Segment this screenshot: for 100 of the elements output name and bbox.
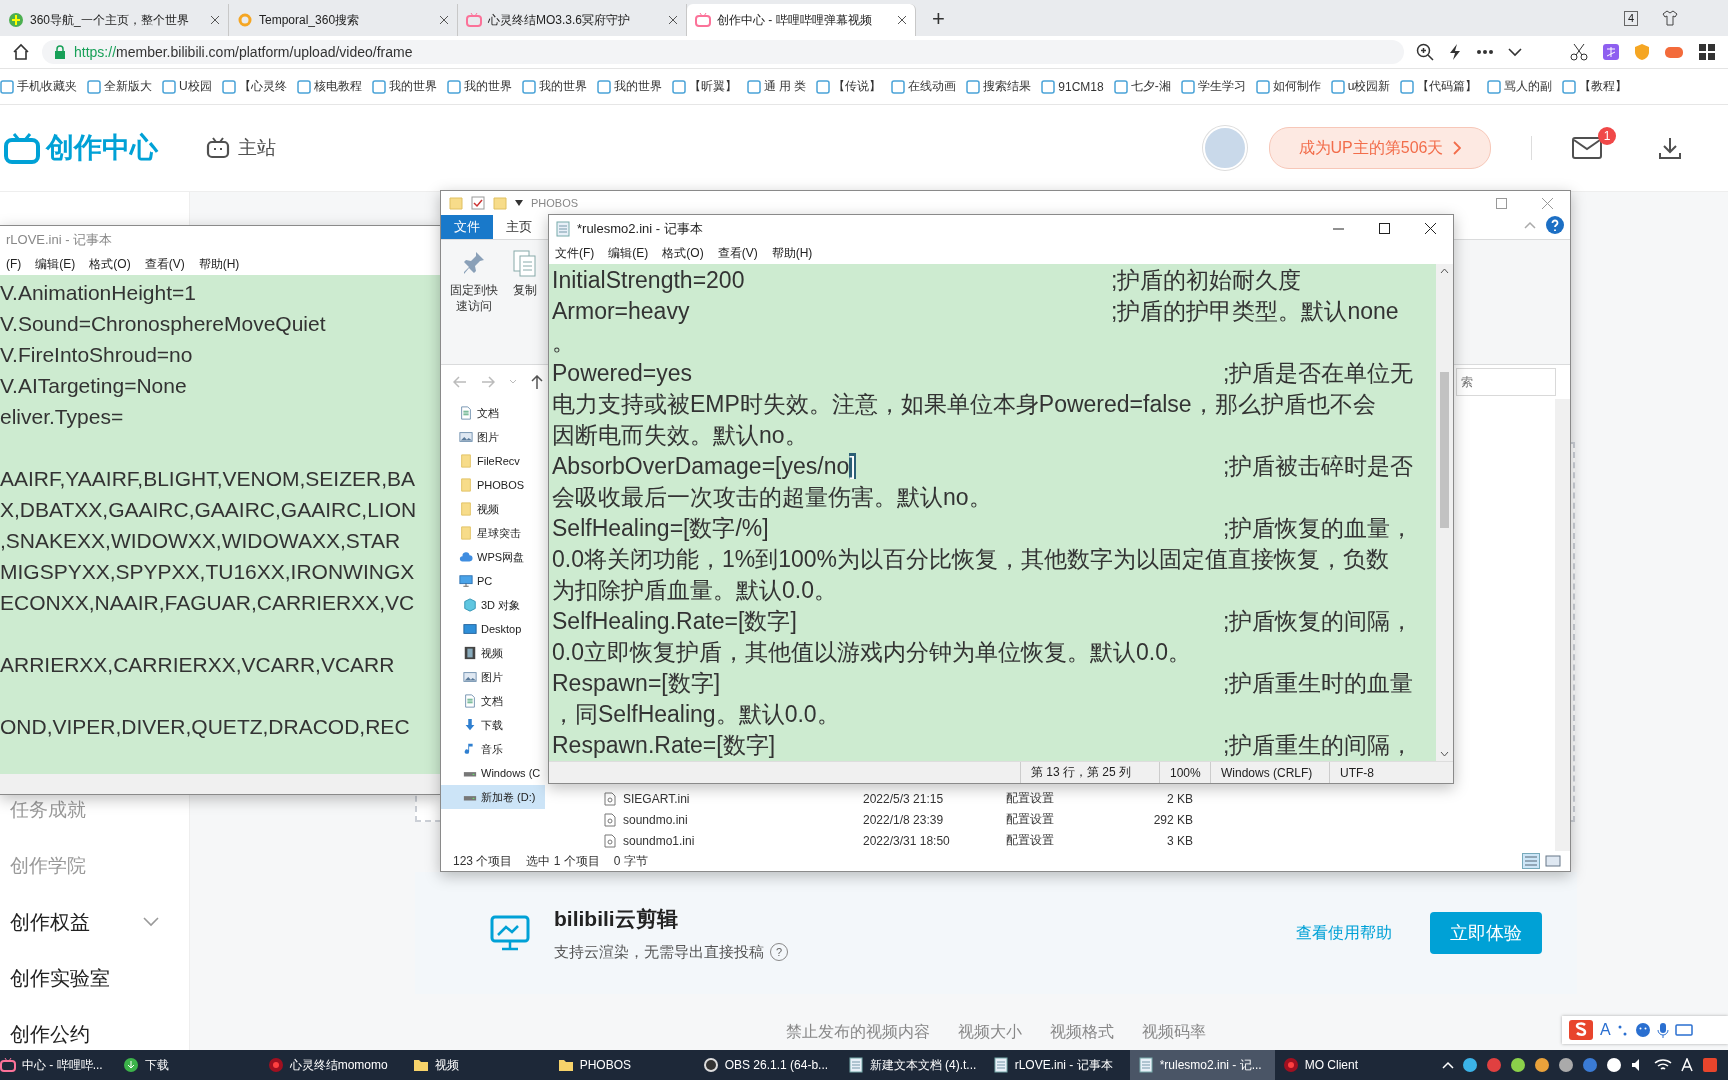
nav-item[interactable]: WPS网盘	[441, 545, 545, 569]
bookmark[interactable]: 学生学习	[1180, 78, 1246, 95]
search-field[interactable]: 索	[1456, 368, 1556, 396]
close-icon[interactable]	[439, 15, 449, 25]
menu-item[interactable]: 格式(O)	[89, 255, 131, 273]
ime-mode[interactable]: A	[1600, 1021, 1611, 1039]
nav-item[interactable]: 视频	[441, 641, 545, 665]
menu-item[interactable]: 查看(V)	[717, 244, 758, 262]
bookmark[interactable]: 全新版大	[87, 78, 152, 95]
nav-item[interactable]: 文档	[441, 401, 545, 425]
zoom-icon[interactable]	[1416, 43, 1434, 61]
menu-item[interactable]: 编辑(E)	[608, 244, 649, 262]
sidebar-item[interactable]: 创作实验室	[10, 964, 110, 992]
menu-item[interactable]: 文件(F)	[555, 244, 595, 262]
translate-icon[interactable]	[1602, 43, 1620, 61]
bookmark[interactable]: 核电教程	[296, 78, 362, 95]
sidebar-item[interactable]: 创作权益	[10, 908, 90, 936]
checkbox-icon[interactable]	[471, 196, 485, 210]
taskbar-item[interactable]: OBS 26.1.1 (64-b...	[694, 1050, 840, 1080]
menu-item[interactable]: 帮助(H)	[198, 255, 240, 273]
keyboard-icon[interactable]	[1674, 1023, 1693, 1037]
close-icon[interactable]	[897, 15, 907, 25]
scrollbar-thumb[interactable]	[1440, 372, 1449, 528]
emoji-icon[interactable]	[1634, 1022, 1651, 1038]
menu-item[interactable]: 格式(O)	[662, 244, 704, 262]
input-method-icon[interactable]	[1680, 1058, 1694, 1072]
menu-item[interactable]: 编辑(E)	[35, 255, 76, 273]
mail-icon[interactable]	[1572, 137, 1602, 159]
bookmark[interactable]: 【心灵终	[221, 78, 287, 95]
nav-item[interactable]: 图片	[441, 425, 545, 449]
menu-item[interactable]: 查看(V)	[144, 255, 185, 273]
pin-button[interactable]: 固定到快速访问	[445, 246, 503, 364]
shirt-icon[interactable]	[1662, 10, 1678, 26]
nav-item[interactable]: 3D 对象	[441, 593, 545, 617]
bookmark[interactable]: 通 用 类	[746, 78, 807, 95]
file-name[interactable]: SIEGART.ini	[623, 791, 863, 806]
bookmark[interactable]: 如何制作	[1255, 78, 1321, 95]
bookmark[interactable]: 我的世界	[521, 78, 587, 95]
nav-item[interactable]: PC	[441, 569, 545, 593]
close-icon[interactable]	[668, 15, 678, 25]
nav-item[interactable]: 图片	[441, 665, 545, 689]
copy-button[interactable]: 复制	[507, 246, 543, 364]
nav-item[interactable]: 新加卷 (D:)	[441, 785, 545, 809]
taskbar-item[interactable]: rLOVE.ini - 记事本	[984, 1050, 1130, 1080]
address-field[interactable]: https://member.bilibili.com/platform/upload/video/frame	[42, 40, 1404, 64]
help-icon[interactable]	[1546, 216, 1564, 234]
bookmark[interactable]: 【教程】	[1562, 78, 1628, 95]
thumbnail-view-icon[interactable]	[1544, 853, 1562, 869]
nav-item[interactable]: FileRecv	[441, 449, 545, 473]
taskbar-item[interactable]: 视频	[404, 1050, 550, 1080]
bookmark[interactable]: 【传说】	[816, 78, 882, 95]
bookmark[interactable]: 我的世界	[446, 78, 512, 95]
main-site-link[interactable]: 主站	[206, 135, 276, 161]
bookmark[interactable]: 我的世界	[371, 78, 437, 95]
menu-item[interactable]: (F)	[6, 257, 22, 271]
taskbar-item[interactable]: 心灵终结momomo	[259, 1050, 405, 1080]
scroll-up-icon[interactable]	[1440, 268, 1449, 274]
ribbon-tab[interactable]: 主页	[493, 215, 545, 239]
up-arrow-icon[interactable]	[531, 375, 543, 389]
browser-tab[interactable]: 创作中心 - 哔哩哔哩弹幕视频	[687, 4, 916, 36]
bookmark[interactable]: 91CM18	[1041, 79, 1104, 94]
home-icon[interactable]	[12, 43, 30, 61]
wifi-icon[interactable]	[1654, 1058, 1672, 1072]
bookmark[interactable]: 手机收藏夹	[0, 78, 77, 95]
taskbar-item[interactable]: *rulesmo2.ini - 记...	[1129, 1050, 1275, 1080]
file-name[interactable]: soundmo1.ini	[623, 833, 863, 848]
grid-icon[interactable]	[1698, 43, 1716, 61]
microphone-icon[interactable]	[1656, 1022, 1669, 1038]
nav-item[interactable]: 视频	[441, 497, 545, 521]
nav-item[interactable]: 音乐	[441, 737, 545, 761]
close-icon[interactable]	[210, 15, 220, 25]
bookmark[interactable]: u校园新	[1330, 78, 1391, 95]
bookmark[interactable]: 【昕翼】	[671, 78, 737, 95]
download-icon[interactable]	[1658, 136, 1682, 160]
new-tab-button[interactable]: +	[926, 6, 951, 32]
nav-item[interactable]: 星球突击	[441, 521, 545, 545]
scissors-icon[interactable]	[1570, 43, 1588, 61]
nav-item[interactable]: 下载	[441, 713, 545, 737]
bookmark[interactable]: 【代码篇】	[1400, 78, 1478, 95]
scrollbar[interactable]	[1555, 399, 1570, 851]
nav-item[interactable]: PHOBOS	[441, 473, 545, 497]
taskbar-item[interactable]: 下载	[114, 1050, 260, 1080]
tab-count[interactable]: 4	[1623, 10, 1638, 26]
nav-item[interactable]: 文档	[441, 689, 545, 713]
bookmark[interactable]: U校园	[162, 78, 212, 95]
menu-item[interactable]: 帮助(H)	[771, 244, 813, 262]
nav-item[interactable]: Desktop	[441, 617, 545, 641]
dropdown-icon[interactable]	[515, 200, 523, 206]
scroll-down-icon[interactable]	[1440, 751, 1449, 757]
file-name[interactable]: soundmo.ini	[623, 812, 863, 827]
chevron-down-icon[interactable]	[1508, 47, 1522, 57]
bookmark[interactable]: 七夕-湘	[1113, 78, 1171, 95]
bookmark[interactable]: 骂人的副	[1487, 78, 1553, 95]
lightning-icon[interactable]	[1448, 43, 1462, 61]
bookmark[interactable]: 在线动画	[891, 78, 957, 95]
bookmark[interactable]: 搜索结果	[966, 78, 1032, 95]
ime-toolbar[interactable]: A	[1562, 1016, 1728, 1044]
bookmark[interactable]: 我的世界	[596, 78, 662, 95]
ribbon-tab[interactable]: 文件	[441, 215, 493, 239]
nav-item[interactable]: Windows (C	[441, 761, 545, 785]
